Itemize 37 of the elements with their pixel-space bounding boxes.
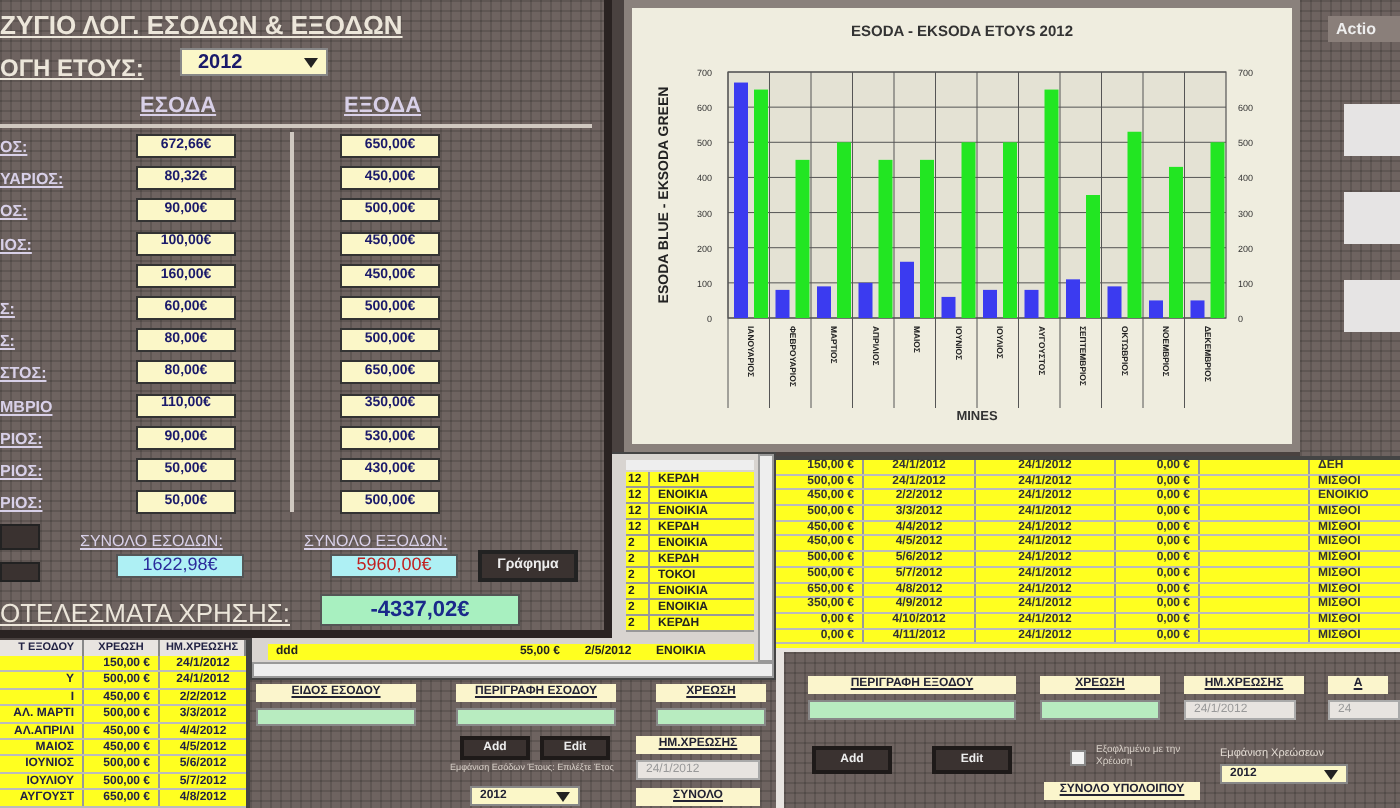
empty-panel [1344,104,1400,156]
month-label: ΡΙΟΣ: [0,427,43,452]
dropdown-arrow-icon [1324,769,1338,779]
window-title: ΖΥΓΙΟ ΛΟΓ. ΕΣΟΔΩΝ & ΕΞΟΔΩΝ [0,8,403,44]
dropdown-arrow-icon [304,57,318,67]
input-field[interactable] [656,708,766,726]
input-field[interactable] [808,700,1016,720]
input-field[interactable] [1040,700,1160,720]
total-income-field: 1622,98€ [116,554,244,578]
month-label: ΡΙΟΣ: [0,460,43,484]
month-label: ΥΑΡΙΟΣ: [0,168,64,193]
month-label: Σ: [0,330,15,355]
month-label: Σ: [0,298,15,322]
month-label: ΙΟΣ: [0,233,32,258]
year-label: ΟΓΗ ΕΤΟΥΣ: [0,52,144,86]
empty-panel [1344,280,1400,332]
horizontal-scrollbar[interactable] [252,662,774,678]
checkbox[interactable] [1070,750,1086,766]
month-label: ΟΣ: [0,200,28,225]
total-expense-label: ΣΥΝΟΛΟ ΕΞΟΔΩΝ: [304,530,448,554]
month-label: ΣΤΟΣ: [0,362,47,387]
total-expense-field: 5960,00€ [330,554,458,578]
table-header [626,460,754,470]
result-label: ΟΤΕΛΕΣΜΑΤΑ ΧΡΗΣΗΣ: [0,596,290,632]
month-label: ΜΒΡΙΟ [0,395,53,420]
total-income-label: ΣΥΝΟΛΟ ΕΣΟΔΩΝ: [80,530,223,554]
income-header: ΕΣΟΔΑ [140,92,217,122]
month-label: ΟΣ: [0,136,28,160]
dropdown-arrow-icon [556,791,570,801]
input-field[interactable] [256,708,416,726]
result-field: -4337,02€ [320,594,520,626]
month-label: ΡΙΟΣ: [0,492,43,517]
expense-header: ΕΞΟΔΑ [344,92,422,122]
year-select[interactable]: 2012 [180,48,328,76]
input-field[interactable] [456,708,616,726]
vertical-scrollbar[interactable] [758,454,774,662]
empty-panel [1344,192,1400,244]
